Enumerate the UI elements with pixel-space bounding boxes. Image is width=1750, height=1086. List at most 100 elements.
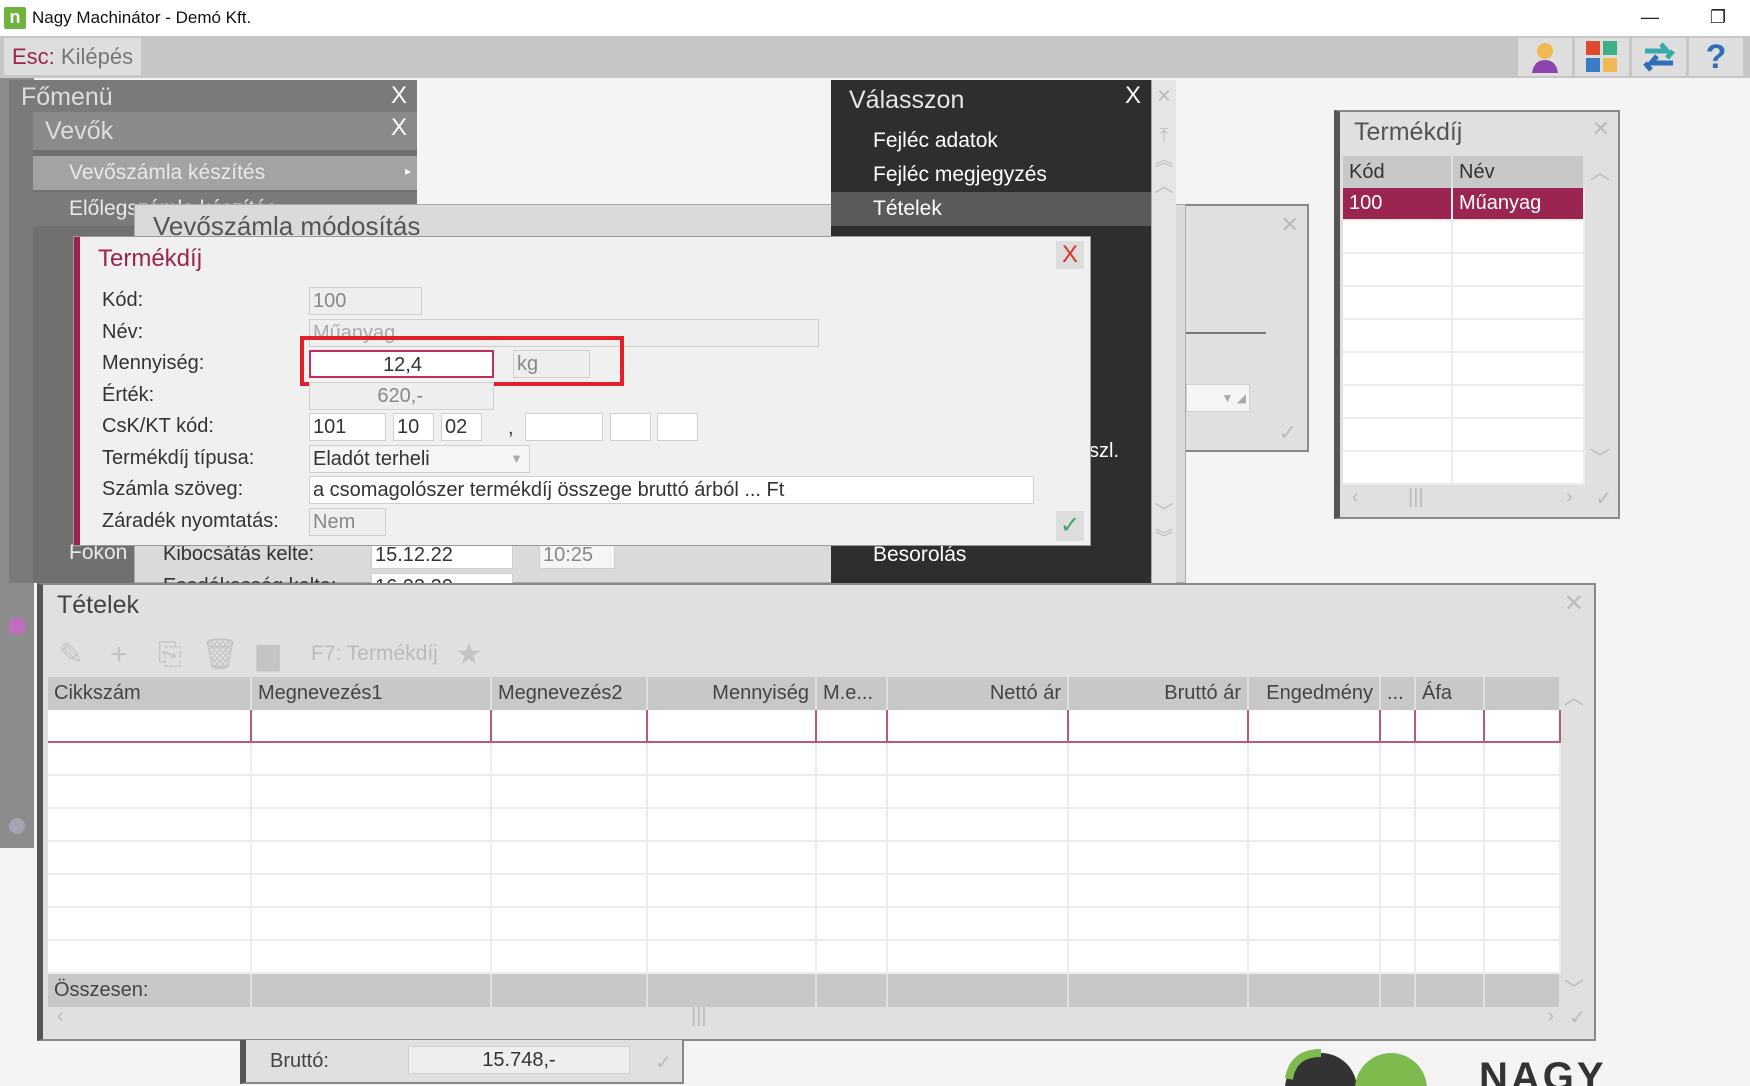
empty-cell[interactable] <box>648 908 817 941</box>
empty-cell[interactable] <box>1485 941 1561 974</box>
empty-cell[interactable] <box>1381 941 1416 974</box>
empty-cell[interactable] <box>1416 842 1485 875</box>
chooser-item-header-data[interactable]: Fejléc adatok <box>831 124 1151 158</box>
empty-cell[interactable] <box>817 908 888 941</box>
empty-cell[interactable] <box>48 809 252 842</box>
empty-cell[interactable] <box>648 809 817 842</box>
empty-cell[interactable] <box>1249 776 1381 809</box>
table-cell[interactable]: 0 <box>1249 710 1381 743</box>
scroll-left-icon[interactable]: ‹ <box>57 1005 64 1028</box>
empty-cell[interactable] <box>1069 908 1249 941</box>
table-cell[interactable]: Műanyag <box>1453 188 1585 221</box>
dropdown-chevron-icon[interactable]: ▼ ◢ <box>1186 384 1250 412</box>
empty-cell[interactable] <box>1343 320 1453 353</box>
empty-cell[interactable] <box>48 842 252 875</box>
empty-cell[interactable] <box>252 941 492 974</box>
empty-cell[interactable] <box>888 908 1069 941</box>
column-header[interactable]: Áfa <box>1416 677 1485 710</box>
empty-cell[interactable] <box>252 908 492 941</box>
scroll-right-icon[interactable]: › <box>1547 1005 1554 1028</box>
empty-cell[interactable] <box>1416 776 1485 809</box>
empty-cell[interactable] <box>492 776 648 809</box>
empty-cell[interactable] <box>1416 743 1485 776</box>
column-header[interactable]: M.e... <box>817 677 888 710</box>
empty-cell[interactable] <box>888 842 1069 875</box>
empty-cell[interactable] <box>1343 287 1453 320</box>
empty-cell[interactable] <box>1453 221 1585 254</box>
delete-icon[interactable]: 🗑 <box>201 637 239 673</box>
chooser-scrollbar[interactable]: ✕ ⤒ ︽ ︿ ﹀ ︾ <box>1151 80 1176 583</box>
empty-cell[interactable] <box>1453 386 1585 419</box>
empty-cell[interactable] <box>1069 809 1249 842</box>
empty-cell[interactable] <box>1485 809 1561 842</box>
empty-cell[interactable] <box>492 875 648 908</box>
add-icon[interactable]: + <box>101 637 137 673</box>
issue-date-input[interactable]: 15.12.22 <box>371 541 513 569</box>
close-icon[interactable]: X <box>391 114 407 142</box>
empty-cell[interactable] <box>1381 743 1416 776</box>
scroll-down-icon[interactable]: ﹀ <box>1590 442 1610 471</box>
column-header[interactable]: Kód <box>1343 156 1453 188</box>
column-header[interactable]: Megnevezés1 <box>252 677 492 710</box>
scroll-up-icon[interactable]: ︿ <box>1564 681 1584 710</box>
empty-cell[interactable] <box>492 809 648 842</box>
kt-code-2[interactable] <box>610 413 651 441</box>
pin-icon[interactable]: ★ <box>451 637 487 673</box>
empty-cell[interactable] <box>1485 908 1561 941</box>
check-icon[interactable]: ✓ <box>1279 420 1297 446</box>
empty-cell[interactable] <box>1453 320 1585 353</box>
user-button[interactable] <box>1518 38 1572 76</box>
empty-cell[interactable] <box>1343 353 1453 386</box>
restore-button[interactable]: ❐ <box>1698 2 1738 32</box>
empty-cell[interactable] <box>1069 842 1249 875</box>
column-header[interactable] <box>1485 677 1561 710</box>
table-cell[interactable]: 1.270,- <box>1069 710 1249 743</box>
empty-cell[interactable] <box>1453 353 1585 386</box>
empty-cell[interactable] <box>1069 941 1249 974</box>
empty-cell[interactable] <box>817 743 888 776</box>
empty-cell[interactable] <box>817 776 888 809</box>
scroll-up-icon[interactable]: ︿ <box>1590 156 1610 185</box>
more-icon[interactable]: ▆ <box>250 637 286 673</box>
empty-cell[interactable] <box>492 908 648 941</box>
scroll-left-icon[interactable]: ‹ <box>1352 486 1359 509</box>
empty-cell[interactable] <box>1249 941 1381 974</box>
empty-cell[interactable] <box>1069 875 1249 908</box>
table-cell[interactable]: 100 <box>1343 188 1453 221</box>
table-cell[interactable]: 27 % <box>1416 710 1485 743</box>
empty-cell[interactable] <box>48 941 252 974</box>
clause-print-field[interactable]: Nem <box>309 508 386 536</box>
empty-cell[interactable] <box>1381 842 1416 875</box>
kt-code-3[interactable] <box>657 413 698 441</box>
empty-cell[interactable] <box>1381 776 1416 809</box>
empty-cell[interactable] <box>1485 743 1561 776</box>
table-cell[interactable]: % <box>1381 710 1416 743</box>
empty-cell[interactable] <box>252 842 492 875</box>
empty-cell[interactable] <box>1453 419 1585 452</box>
empty-cell[interactable] <box>252 743 492 776</box>
close-icon[interactable]: X <box>1125 82 1141 110</box>
check-icon[interactable]: ✓ <box>655 1050 672 1075</box>
close-icon[interactable]: ✕ <box>1564 589 1584 618</box>
empty-cell[interactable] <box>252 776 492 809</box>
empty-cell[interactable] <box>817 875 888 908</box>
empty-cell[interactable] <box>648 875 817 908</box>
exit-button[interactable]: Esc: Kilépés <box>4 38 142 75</box>
modules-button[interactable] <box>1575 38 1629 76</box>
empty-cell[interactable] <box>252 875 492 908</box>
table-cell[interactable]: TERMÉKDÍJ <box>48 710 252 743</box>
empty-cell[interactable] <box>1343 254 1453 287</box>
empty-cell[interactable] <box>1343 452 1453 485</box>
empty-cell[interactable] <box>1069 776 1249 809</box>
empty-cell[interactable] <box>1381 875 1416 908</box>
help-icon[interactable]: ? <box>1689 38 1743 76</box>
edit-icon[interactable]: ✎ <box>53 637 89 673</box>
empty-cell[interactable] <box>1416 809 1485 842</box>
check-icon[interactable]: ✓ <box>1595 486 1612 511</box>
empty-cell[interactable] <box>1249 743 1381 776</box>
close-icon[interactable]: ✕ <box>1281 212 1299 238</box>
empty-cell[interactable] <box>1069 743 1249 776</box>
module-icon[interactable] <box>9 618 25 634</box>
empty-cell[interactable] <box>888 743 1069 776</box>
column-header[interactable]: Engedmény <box>1249 677 1381 710</box>
